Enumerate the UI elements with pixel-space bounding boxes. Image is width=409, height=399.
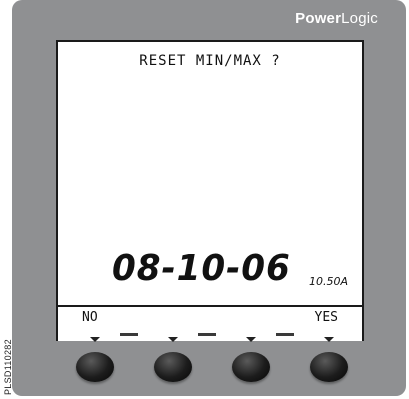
softkey-1-button[interactable]	[76, 352, 114, 382]
softkey-2-button[interactable]	[154, 352, 192, 382]
softkey-3-button[interactable]	[232, 352, 270, 382]
softkey-1-pointer-icon	[90, 337, 100, 342]
softkey-label-bar: NO YES	[56, 307, 364, 342]
brand-logo-light: Logic	[341, 10, 378, 27]
softkey-divider	[120, 333, 138, 336]
softkey-yes-label: YES	[314, 310, 338, 325]
firmware-version: 10.50A	[308, 275, 348, 288]
softkey-divider	[198, 333, 216, 336]
date-readout: 08-10-06	[112, 248, 291, 289]
softkey-no-label: NO	[82, 310, 98, 325]
brand-logo: PowerLogic	[295, 10, 378, 27]
softkey-2-pointer-icon	[168, 337, 178, 342]
lcd-screen: RESET MIN/MAX ? 08-10-06 10.50A	[56, 40, 364, 307]
reset-prompt: RESET MIN/MAX ?	[139, 53, 281, 69]
softkey-4-pointer-icon	[324, 337, 334, 342]
brand-logo-bold: Power	[295, 10, 342, 27]
softkey-divider	[276, 333, 294, 336]
softkey-4-button[interactable]	[310, 352, 348, 382]
softkey-3-pointer-icon	[246, 337, 256, 342]
figure-code: PLSD110282	[3, 339, 13, 395]
